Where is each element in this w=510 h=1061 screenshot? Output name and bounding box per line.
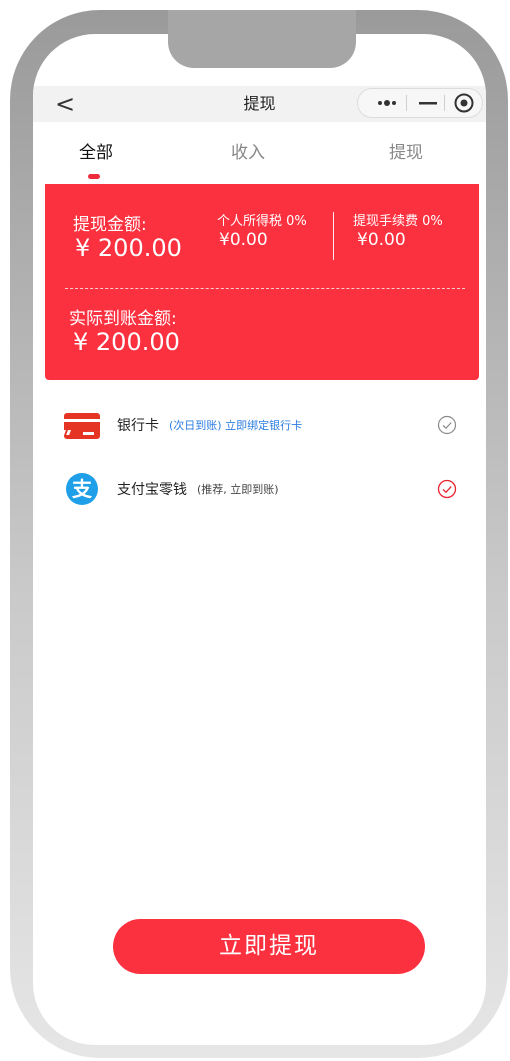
more-options-button[interactable] [372,89,402,117]
checked-circle-icon[interactable] [437,479,457,499]
unchecked-circle-icon[interactable] [437,415,457,435]
screenshot-canvas: < 提现 全部 收入 提现 提现金额: ¥ 200.00 个人所得税 0% ¥0… [0,0,510,1061]
option-note: (推荐, 立即到账) [197,483,279,496]
bind-bank-card-link[interactable]: (次日到账) 立即绑定银行卡 [169,417,302,433]
close-mini-program-button[interactable] [450,89,478,117]
capsule-divider [444,95,445,111]
nav-bar: < 提现 [33,86,486,122]
phone-notch [168,10,356,68]
more-dots-icon [378,100,396,106]
withdraw-now-button[interactable]: 立即提现 [113,919,425,974]
tab-withdraw[interactable]: 提现 [389,138,423,163]
filter-tabs: 全部 收入 提现 [33,122,486,182]
withdraw-amount-value: ¥ 200.00 [75,234,182,262]
actual-amount-value: ¥ 200.00 [73,328,180,356]
tab-all[interactable]: 全部 [79,138,113,163]
income-tax-value: ¥0.00 [219,230,268,250]
active-tab-indicator [88,174,100,179]
capsule-divider [406,95,407,111]
tab-income[interactable]: 收入 [231,138,265,163]
income-tax-label: 个人所得税 0% [217,214,307,229]
minimize-button[interactable] [416,89,440,117]
option-name: 银行卡 [117,418,159,434]
payment-option-alipay[interactable]: 支 支付宝零钱 (推荐, 立即到账) [33,464,486,514]
minus-icon [419,102,437,105]
service-fee-value: ¥0.00 [357,230,406,250]
svg-text:支: 支 [72,477,93,501]
option-name: 支付宝零钱 [117,482,187,498]
payment-option-bank-card[interactable]: 银行卡 (次日到账) 立即绑定银行卡 [33,400,486,450]
withdraw-summary-card: 提现金额: ¥ 200.00 个人所得税 0% ¥0.00 提现手续费 0% ¥… [45,184,479,380]
dashed-separator [65,288,465,289]
bank-card-icon [63,413,100,439]
target-circle-icon [454,93,474,113]
phone-screen: < 提现 全部 收入 提现 提现金额: ¥ 200.00 个人所得税 0% ¥0… [33,34,486,1045]
service-fee-label: 提现手续费 0% [353,214,443,229]
withdraw-amount-label: 提现金额: [73,215,147,235]
summary-divider [333,212,334,260]
alipay-icon: 支 [66,473,98,505]
actual-amount-label: 实际到账金额: [69,309,177,329]
mini-program-capsule [357,88,483,118]
